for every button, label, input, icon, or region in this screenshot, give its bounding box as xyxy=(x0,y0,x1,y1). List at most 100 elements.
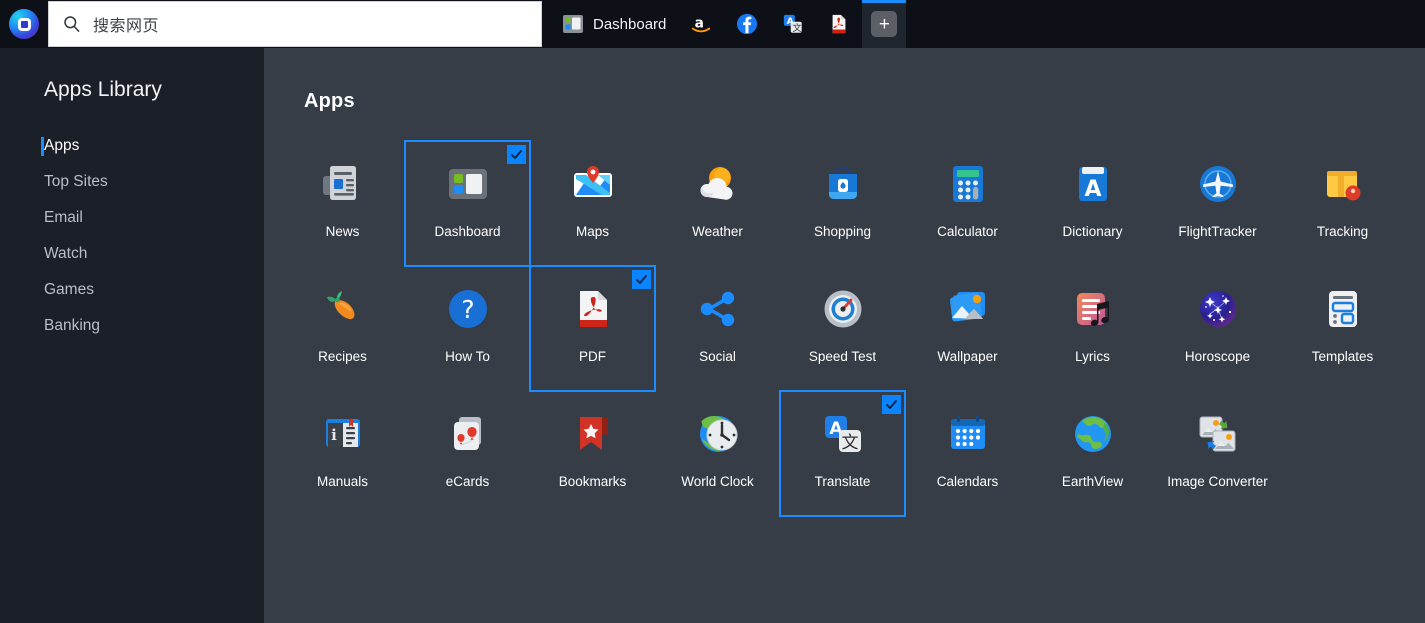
image-converter-icon xyxy=(1189,405,1247,463)
app-tile-label: eCards xyxy=(445,474,490,489)
svg-text:?: ? xyxy=(461,295,474,324)
app-tile-tracking[interactable]: Tracking xyxy=(1280,141,1405,266)
manuals-icon: i xyxy=(314,405,372,463)
app-tile-flight-tracker[interactable]: FlightTracker xyxy=(1155,141,1280,266)
sidebar-item-apps[interactable]: Apps xyxy=(0,128,264,164)
app-tile-calendars[interactable]: Calendars xyxy=(905,391,1030,516)
app-tile-wallpaper[interactable]: Wallpaper xyxy=(905,266,1030,391)
lyrics-icon xyxy=(1064,280,1122,338)
social-icon xyxy=(689,280,747,338)
app-tile-image-converter[interactable]: Image Converter xyxy=(1155,391,1280,516)
app-tile-label: Shopping xyxy=(813,224,872,239)
search-input[interactable]: 搜索网页 xyxy=(93,12,159,36)
search-icon xyxy=(63,15,81,33)
app-tile-label: EarthView xyxy=(1061,474,1124,489)
app-tile-label: Speed Test xyxy=(808,349,877,364)
sidebar-item-label: Top Sites xyxy=(44,173,108,190)
app-tile-weather[interactable]: Weather xyxy=(655,141,780,266)
app-tile-world-clock[interactable]: World Clock xyxy=(655,391,780,516)
selection-checkbox[interactable] xyxy=(882,395,901,414)
templates-icon xyxy=(1314,280,1372,338)
shopping-icon xyxy=(814,155,872,213)
tab-dashboard[interactable]: Dashboard xyxy=(550,0,678,48)
facebook-icon xyxy=(736,13,758,35)
svg-text:文: 文 xyxy=(841,433,858,453)
app-tile-label: Bookmarks xyxy=(558,474,627,489)
app-tile-templates[interactable]: Templates xyxy=(1280,266,1405,391)
app-tile-earth-view[interactable]: EarthView xyxy=(1030,391,1155,516)
weather-icon xyxy=(689,155,747,213)
sidebar-title: Apps Library xyxy=(44,78,162,101)
maps-icon xyxy=(564,155,622,213)
app-tile-label: Image Converter xyxy=(1167,474,1268,489)
app-tile-pdf[interactable]: PDF xyxy=(529,265,656,392)
selection-checkbox[interactable] xyxy=(507,145,526,164)
wallpaper-icon xyxy=(939,280,997,338)
sidebar-item-top-sites[interactable]: Top Sites xyxy=(0,164,264,200)
app-tile-manuals[interactable]: i Manuals xyxy=(280,391,405,516)
svg-text:文: 文 xyxy=(793,22,802,34)
app-tile-bookmarks[interactable]: Bookmarks xyxy=(530,391,655,516)
tab-facebook[interactable] xyxy=(724,0,770,48)
new-tab-button[interactable]: + xyxy=(862,0,907,48)
app-tile-label: Horoscope xyxy=(1184,349,1251,364)
app-tile-label: Templates xyxy=(1311,349,1374,364)
app-tile-label: World Clock xyxy=(681,474,754,489)
speed-test-icon xyxy=(814,280,872,338)
app-tile-translate[interactable]: A 文 Translate xyxy=(779,390,906,517)
app-tile-label: Wallpaper xyxy=(937,349,998,364)
app-tile-recipes[interactable]: Recipes xyxy=(280,266,405,391)
browser-logo-icon xyxy=(9,9,39,39)
app-tile-maps[interactable]: Maps xyxy=(530,141,655,266)
sidebar-item-label: Email xyxy=(44,209,83,226)
translate-icon: A 文 xyxy=(782,13,804,35)
app-tile-label: News xyxy=(325,224,360,239)
sidebar-item-label: Apps xyxy=(44,137,80,154)
earth-view-icon xyxy=(1064,405,1122,463)
tab-amazon[interactable]: a xyxy=(678,0,724,48)
app-tile-lyrics[interactable]: Lyrics xyxy=(1030,266,1155,391)
how-to-icon: ? xyxy=(439,280,497,338)
app-tile-dashboard[interactable]: Dashboard xyxy=(404,140,531,267)
tab-pdf[interactable] xyxy=(816,0,862,48)
sidebar-item-label: Games xyxy=(44,281,94,298)
app-tile-label: Dictionary xyxy=(1062,224,1123,239)
plus-icon: + xyxy=(871,11,898,37)
app-tile-how-to[interactable]: ? How To xyxy=(405,266,530,391)
app-tile-label: FlightTracker xyxy=(1178,224,1257,239)
news-icon xyxy=(314,155,372,213)
app-tile-calculator[interactable]: Calculator xyxy=(905,141,1030,266)
sidebar-item-banking[interactable]: Banking xyxy=(0,308,264,344)
app-tile-social[interactable]: Social xyxy=(655,266,780,391)
ecards-icon xyxy=(439,405,497,463)
app-tile-label: How To xyxy=(445,349,490,364)
flight-tracker-icon xyxy=(1189,155,1247,213)
recipes-icon xyxy=(314,280,372,338)
world-clock-icon xyxy=(689,405,747,463)
page-title: Apps xyxy=(304,90,355,112)
dictionary-icon: A xyxy=(1064,155,1122,213)
app-tile-label: Maps xyxy=(575,224,609,239)
sidebar-item-games[interactable]: Games xyxy=(0,272,264,308)
sidebar-item-label: Banking xyxy=(44,317,101,334)
sidebar-item-watch[interactable]: Watch xyxy=(0,236,264,272)
app-tile-dictionary[interactable]: A Dictionary xyxy=(1030,141,1155,266)
browser-logo[interactable] xyxy=(0,0,48,48)
svg-text:i: i xyxy=(331,426,337,444)
app-tile-label: Weather xyxy=(692,224,743,239)
tab-translate[interactable]: A 文 xyxy=(770,0,816,48)
app-tile-ecards[interactable]: eCards xyxy=(405,391,530,516)
app-tile-label: Lyrics xyxy=(1075,349,1110,364)
dashboard-icon xyxy=(562,13,584,35)
app-tile-label: Manuals xyxy=(316,474,369,489)
sidebar-item-label: Watch xyxy=(44,245,88,262)
app-tile-horoscope[interactable]: Horoscope xyxy=(1155,266,1280,391)
app-tile-speed-test[interactable]: Speed Test xyxy=(780,266,905,391)
app-tile-shopping[interactable]: Shopping xyxy=(780,141,905,266)
app-tile-label: Social xyxy=(699,349,736,364)
browser-logo-inner-shape xyxy=(17,17,31,31)
search-bar[interactable]: 搜索网页 xyxy=(48,1,542,47)
sidebar-item-email[interactable]: Email xyxy=(0,200,264,236)
app-tile-news[interactable]: News xyxy=(280,141,405,266)
selection-checkbox[interactable] xyxy=(632,270,651,289)
